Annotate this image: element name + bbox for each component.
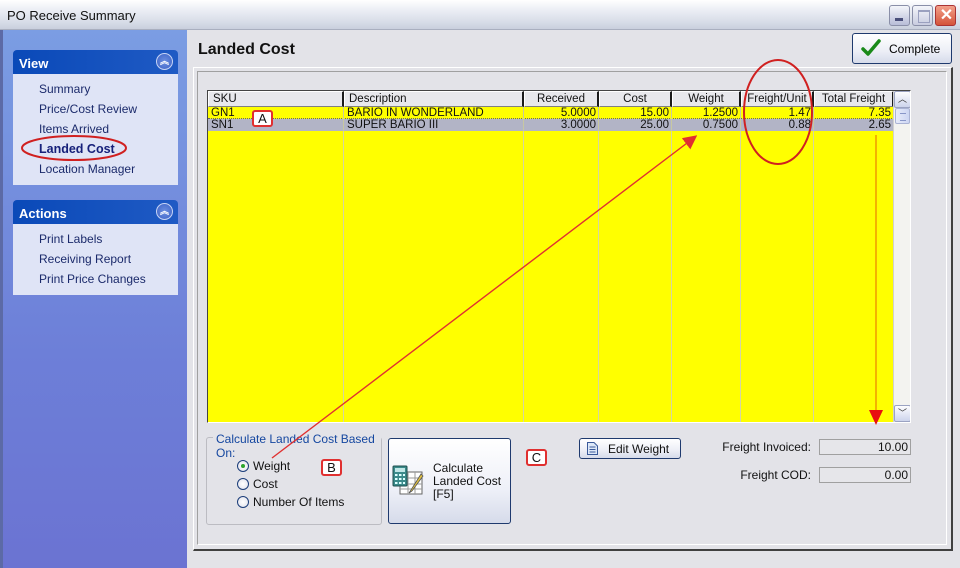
cell-total-freight: 2.65 xyxy=(814,119,894,131)
scroll-thumb[interactable] xyxy=(895,108,910,124)
radio-cost-label: Cost xyxy=(253,477,278,491)
column-header-total-freight[interactable]: Total Freight xyxy=(814,91,894,107)
view-panel-header[interactable]: View ︽ xyxy=(13,50,178,74)
main-content: Landed Cost Complete SKU Description Rec… xyxy=(187,30,960,568)
actions-panel-title: Actions xyxy=(19,206,67,221)
cell-received: 3.0000 xyxy=(524,119,599,131)
page-title: Landed Cost xyxy=(198,41,295,58)
maximize-button[interactable] xyxy=(912,5,933,26)
column-header-cost[interactable]: Cost xyxy=(599,91,672,107)
calculate-landed-cost-button[interactable]: Calculate Landed Cost [F5] xyxy=(388,438,511,524)
radio-number-of-items[interactable]: Number Of Items xyxy=(237,495,344,509)
radio-weight-label: Weight xyxy=(253,459,291,473)
cell-total-freight: 7.35 xyxy=(814,107,894,119)
landed-cost-grid[interactable]: SKU Description Received Cost Weight Fre… xyxy=(207,90,911,423)
calc-basis-group: Calculate Landed Cost Based On: Weight C… xyxy=(206,432,382,525)
cell-cost: 25.00 xyxy=(599,119,672,131)
sidebar-item-price-cost-review[interactable]: Price/Cost Review xyxy=(39,99,178,119)
calculator-spreadsheet-icon xyxy=(392,465,424,495)
actions-panel-header[interactable]: Actions ︽ xyxy=(13,200,178,224)
radio-icon xyxy=(237,478,249,490)
close-button[interactable]: ✕ xyxy=(935,5,956,26)
annotation-tag-a: A xyxy=(252,110,273,127)
close-icon: ✕ xyxy=(939,7,954,24)
radio-cost[interactable]: Cost xyxy=(237,477,278,491)
document-icon xyxy=(587,442,598,455)
cell-weight: 1.2500 xyxy=(672,107,741,119)
grid-header: SKU Description Received Cost Weight Fre… xyxy=(208,91,894,107)
view-panel: View ︽ Summary Price/Cost Review Items A… xyxy=(13,50,178,185)
freight-invoiced-field[interactable]: 10.00 xyxy=(819,439,911,455)
cell-cost: 15.00 xyxy=(599,107,672,119)
column-header-received[interactable]: Received xyxy=(524,91,599,107)
sidebar-item-items-arrived[interactable]: Items Arrived xyxy=(39,119,178,139)
title-bar: PO Receive Summary ✕ xyxy=(0,0,960,30)
complete-label: Complete xyxy=(889,42,941,56)
action-receiving-report[interactable]: Receiving Report xyxy=(39,249,178,269)
cell-sku: GN1 xyxy=(208,107,344,119)
collapse-icon[interactable]: ︽ xyxy=(156,53,173,70)
table-row[interactable]: GN1 BARIO IN WONDERLAND 5.0000 15.00 1.2… xyxy=(208,107,894,119)
complete-button[interactable]: Complete xyxy=(852,33,952,64)
grid-vertical-scrollbar[interactable]: ︿ ﹀ xyxy=(893,91,910,422)
column-header-description[interactable]: Description xyxy=(344,91,524,107)
collapse-icon[interactable]: ︽ xyxy=(156,203,173,220)
view-panel-title: View xyxy=(19,56,49,71)
calculate-label: Calculate Landed Cost [F5] xyxy=(433,461,502,501)
radio-weight[interactable]: Weight xyxy=(237,459,290,473)
cell-received: 5.0000 xyxy=(524,107,599,119)
cell-freight-unit: 0.88 xyxy=(741,119,814,131)
sidebar-item-landed-cost[interactable]: Landed Cost xyxy=(39,139,178,159)
task-pane: View ︽ Summary Price/Cost Review Items A… xyxy=(0,30,187,568)
cell-weight: 0.7500 xyxy=(672,119,741,131)
scroll-down-icon[interactable]: ﹀ xyxy=(894,405,910,422)
column-header-sku[interactable]: SKU xyxy=(208,91,344,107)
cell-description: BARIO IN WONDERLAND xyxy=(344,107,524,119)
annotation-tag-c: C xyxy=(526,449,547,466)
sidebar-item-summary[interactable]: Summary xyxy=(39,79,178,99)
freight-invoiced-label: Freight Invoiced: xyxy=(722,440,811,454)
actions-panel: Actions ︽ Print Labels Receiving Report … xyxy=(13,200,178,295)
annotation-tag-b: B xyxy=(321,459,342,476)
window-title: PO Receive Summary xyxy=(7,8,136,23)
action-print-labels[interactable]: Print Labels xyxy=(39,229,178,249)
radio-icon xyxy=(237,496,249,508)
table-row[interactable]: SN1 SUPER BARIO III 3.0000 25.00 0.7500 … xyxy=(208,119,894,131)
checkmark-icon xyxy=(861,39,881,56)
cell-sku: SN1 xyxy=(208,119,344,131)
action-print-price-changes[interactable]: Print Price Changes xyxy=(39,269,178,289)
column-header-freight-unit[interactable]: Freight/Unit xyxy=(741,91,814,107)
calc-basis-legend: Calculate Landed Cost Based On: xyxy=(213,432,381,460)
cell-description: SUPER BARIO III xyxy=(344,119,524,131)
scroll-up-icon[interactable]: ︿ xyxy=(894,91,910,108)
cell-freight-unit: 1.47 xyxy=(741,107,814,119)
freight-cod-field[interactable]: 0.00 xyxy=(819,467,911,483)
edit-weight-label: Edit Weight xyxy=(608,442,670,456)
sidebar-item-location-manager[interactable]: Location Manager xyxy=(39,159,178,179)
minimize-button[interactable] xyxy=(889,5,910,26)
freight-cod-label: Freight COD: xyxy=(740,468,811,482)
column-header-weight[interactable]: Weight xyxy=(672,91,741,107)
radio-selected-icon xyxy=(237,460,249,472)
edit-weight-button[interactable]: Edit Weight xyxy=(579,438,681,459)
radio-number-of-items-label: Number Of Items xyxy=(253,495,345,509)
